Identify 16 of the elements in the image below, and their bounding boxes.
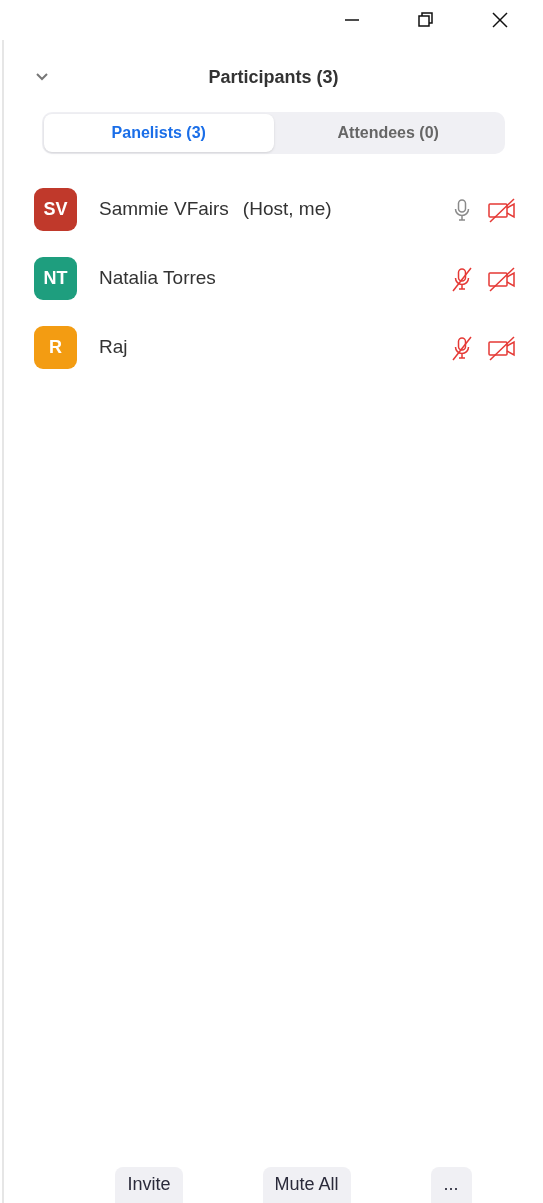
close-icon[interactable]: [491, 11, 509, 29]
footer-button[interactable]: ...: [430, 1167, 472, 1203]
footer-button[interactable]: Mute All: [262, 1167, 351, 1203]
restore-icon[interactable]: [417, 11, 435, 29]
footer-button[interactable]: Invite: [115, 1167, 183, 1203]
avatar: NT: [34, 257, 77, 300]
tab[interactable]: Attendees (0): [273, 114, 503, 152]
avatar: SV: [34, 188, 77, 231]
participant-name: Raj: [99, 335, 128, 360]
participant-name: Sammie VFairs: [99, 197, 229, 222]
tab[interactable]: Panelists (3): [44, 114, 274, 152]
panel-title: Participants (3): [208, 65, 339, 89]
chevron-down-icon[interactable]: [34, 72, 50, 82]
avatar: R: [34, 326, 77, 369]
participant-name: Natalia Torres: [99, 266, 216, 291]
participant-role: (Host, me): [242, 197, 332, 222]
